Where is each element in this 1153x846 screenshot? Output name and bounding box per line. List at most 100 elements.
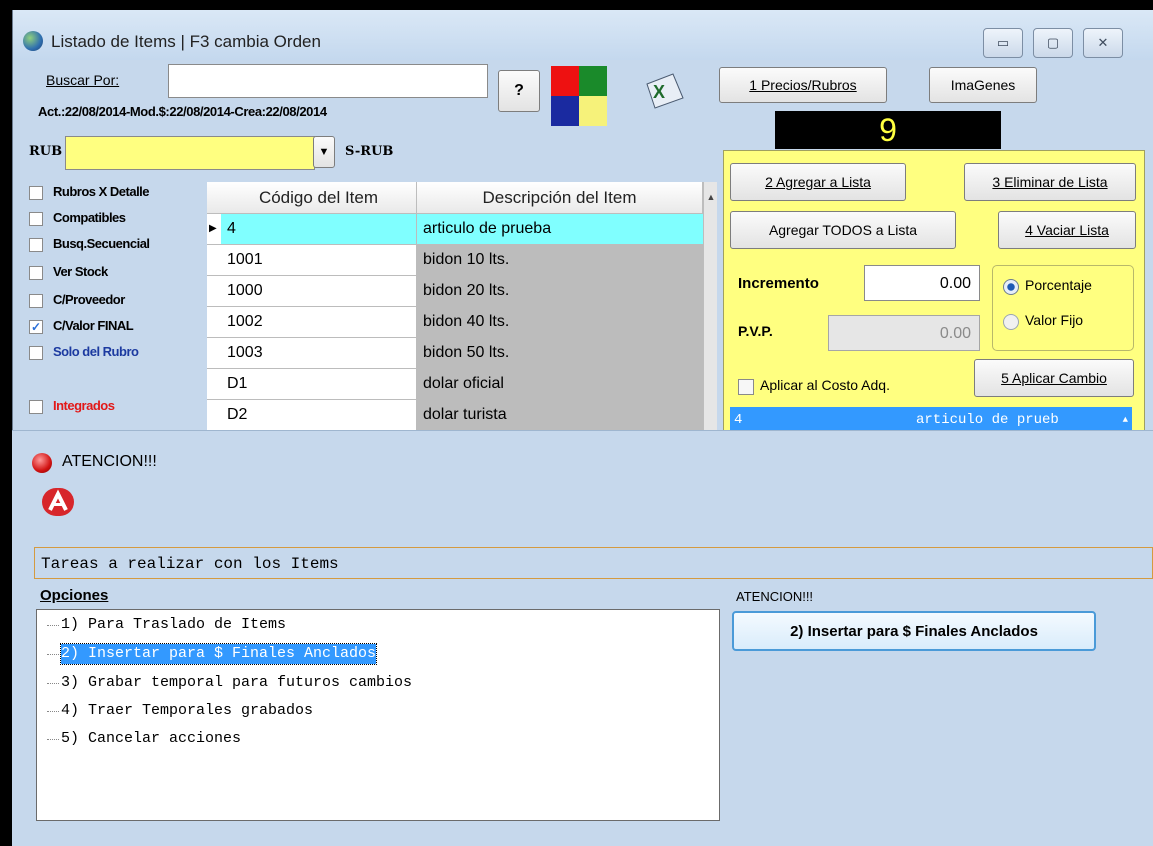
maximize-icon: ▢ bbox=[1046, 35, 1060, 50]
imagenes-button[interactable]: ImaGenes bbox=[929, 67, 1037, 103]
precios-rubros-button[interactable]: 1 Precios/Rubros bbox=[719, 67, 887, 103]
table-row[interactable]: 1000 bidon 20 lts. bbox=[207, 276, 703, 307]
cell-desc: bidon 10 lts. bbox=[417, 245, 703, 275]
cell-desc: dolar turista bbox=[417, 400, 703, 430]
logo-icon bbox=[40, 486, 76, 518]
incremento-label: Incremento bbox=[738, 275, 819, 292]
help-button[interactable]: ? bbox=[498, 70, 540, 112]
close-button[interactable]: ✕ bbox=[1083, 28, 1123, 58]
filter-label: Busq.Secuencial bbox=[53, 236, 150, 251]
option-item[interactable]: 5) Cancelar acciones bbox=[61, 729, 241, 749]
grid-corner bbox=[207, 182, 222, 214]
maximize-button[interactable]: ▢ bbox=[1033, 28, 1073, 58]
row-pointer-icon: ▶ bbox=[209, 223, 217, 234]
color-palette-icon[interactable] bbox=[551, 66, 607, 126]
cell-code: D1 bbox=[221, 369, 417, 399]
checkbox-rubros-detalle[interactable] bbox=[29, 186, 43, 200]
dates-line: Act.:22/08/2014-Mod.$:22/08/2014-Crea:22… bbox=[38, 104, 327, 119]
filter-label: Compatibles bbox=[53, 210, 126, 225]
checkbox-proveedor[interactable] bbox=[29, 294, 43, 308]
filter-label: Ver Stock bbox=[53, 264, 108, 279]
dialog-title: ATENCION!!! bbox=[62, 453, 157, 470]
option-item[interactable]: 3) Grabar temporal para futuros cambios bbox=[61, 673, 412, 693]
app-globe-icon bbox=[23, 31, 43, 51]
radio-porcentaje[interactable] bbox=[1003, 279, 1019, 295]
incremento-input[interactable]: 0.00 bbox=[864, 265, 980, 301]
checkbox-solo-rubro[interactable] bbox=[29, 346, 43, 360]
radio-valor-fijo-label: Valor Fijo bbox=[1025, 312, 1084, 328]
close-icon: ✕ bbox=[1097, 35, 1109, 50]
cell-code: 4 bbox=[221, 214, 417, 244]
option-item[interactable]: 4) Traer Temporales grabados bbox=[61, 701, 313, 721]
table-row[interactable]: D2 dolar turista bbox=[207, 400, 703, 431]
options-label: Opciones bbox=[40, 587, 109, 604]
title-bar: Listado de Items | F3 cambia Orden ▭ ▢ ✕ bbox=[13, 10, 1153, 60]
col-header-code[interactable]: Código del Item bbox=[221, 182, 417, 214]
cell-code: 1001 bbox=[221, 245, 417, 275]
insertar-finales-button[interactable]: 2) Insertar para $ Finales Anclados bbox=[732, 611, 1096, 651]
tree-line bbox=[47, 683, 59, 685]
checkbox-valor-final[interactable]: ✓ bbox=[29, 320, 43, 334]
cell-desc: bidon 50 lts. bbox=[417, 338, 703, 368]
aplicar-costo-checkbox[interactable] bbox=[738, 379, 754, 395]
checkbox-compatibles[interactable] bbox=[29, 212, 43, 226]
aplicar-costo-label: Aplicar al Costo Adq. bbox=[760, 377, 890, 393]
filter-label: Rubros X Detalle bbox=[53, 184, 150, 199]
minimize-icon: ▭ bbox=[996, 35, 1010, 50]
filter-label: Solo del Rubro bbox=[53, 344, 139, 359]
radio-group: Porcentaje Valor Fijo bbox=[992, 265, 1134, 351]
eliminar-lista-button[interactable]: 3 Eliminar de Lista bbox=[964, 163, 1136, 201]
aplicar-cambio-button[interactable]: 5 Aplicar Cambio bbox=[974, 359, 1134, 397]
rub-dropdown-button[interactable]: ▼ bbox=[313, 136, 335, 168]
checkbox-integrados[interactable] bbox=[29, 400, 43, 414]
scroll-up-icon[interactable]: ▲ bbox=[704, 192, 717, 202]
tree-line bbox=[47, 625, 59, 627]
chevron-down-icon: ▼ bbox=[318, 146, 330, 158]
table-row[interactable]: 1001 bidon 10 lts. bbox=[207, 245, 703, 276]
agregar-todos-button[interactable]: Agregar TODOS a Lista bbox=[730, 211, 956, 249]
options-list: 1) Para Traslado de Items 2) Insertar pa… bbox=[36, 609, 720, 821]
task-field: Tareas a realizar con los Items bbox=[34, 547, 1153, 579]
checkbox-ver-stock[interactable] bbox=[29, 266, 43, 280]
grid-scrollbar[interactable]: ▲ bbox=[703, 182, 717, 442]
vaciar-lista-button[interactable]: 4 Vaciar Lista bbox=[998, 211, 1136, 249]
radio-valor-fijo[interactable] bbox=[1003, 314, 1019, 330]
table-row[interactable]: 1002 bidon 40 lts. bbox=[207, 307, 703, 338]
option-item-selected[interactable]: 2) Insertar para $ Finales Anclados bbox=[59, 643, 378, 665]
filter-label: C/Proveedor bbox=[53, 292, 125, 307]
checkmark-icon: ✓ bbox=[30, 320, 42, 334]
tree-line bbox=[47, 711, 59, 713]
window-title: Listado de Items | F3 cambia Orden bbox=[51, 32, 321, 51]
rub-label: RUB bbox=[29, 144, 63, 159]
option-item[interactable]: 1) Para Traslado de Items bbox=[61, 615, 286, 635]
rub-select[interactable] bbox=[65, 136, 315, 170]
cell-desc: bidon 20 lts. bbox=[417, 276, 703, 306]
agregar-lista-button[interactable]: 2 Agregar a Lista bbox=[730, 163, 906, 201]
filter-label: Integrados bbox=[53, 398, 115, 413]
items-grid: Código del Item Descripción del Item ▲ ▶… bbox=[207, 182, 717, 442]
cell-desc: articulo de prueba bbox=[417, 214, 703, 244]
table-row[interactable]: 1003 bidon 50 lts. bbox=[207, 338, 703, 369]
cell-desc: dolar oficial bbox=[417, 369, 703, 399]
cell-desc: bidon 40 lts. bbox=[417, 307, 703, 337]
col-header-desc[interactable]: Descripción del Item bbox=[417, 182, 703, 214]
price-panel: 2 Agregar a Lista 3 Eliminar de Lista Ag… bbox=[723, 150, 1145, 442]
cell-code: 1003 bbox=[221, 338, 417, 368]
minimize-button[interactable]: ▭ bbox=[983, 28, 1023, 58]
excel-export-icon[interactable]: X bbox=[643, 70, 685, 110]
tree-line bbox=[47, 654, 59, 656]
checkbox-busq-secuencial[interactable] bbox=[29, 238, 43, 252]
pvp-input[interactable]: 0.00 bbox=[828, 315, 980, 351]
table-row[interactable]: D1 dolar oficial bbox=[207, 369, 703, 400]
svg-text:X: X bbox=[653, 82, 665, 102]
cell-code: 1000 bbox=[221, 276, 417, 306]
atencion-label: ATENCION!!! bbox=[736, 589, 814, 604]
filter-label: C/Valor FINAL bbox=[53, 318, 134, 333]
cell-code: 1002 bbox=[221, 307, 417, 337]
pvp-label: P.V.P. bbox=[738, 323, 773, 339]
search-input[interactable] bbox=[168, 64, 488, 98]
alert-icon bbox=[32, 453, 52, 473]
search-label: Buscar Por: bbox=[46, 72, 120, 88]
counter-display: 9 bbox=[775, 111, 1001, 149]
table-row[interactable]: ▶ 4 articulo de prueba bbox=[207, 214, 703, 245]
